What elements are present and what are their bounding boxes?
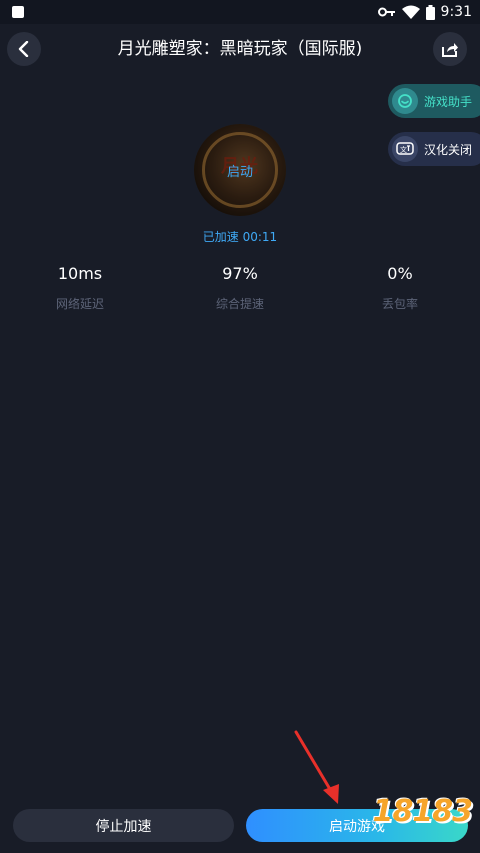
key-icon <box>377 7 395 17</box>
stop-acceleration-button[interactable]: 停止加速 <box>13 809 234 842</box>
back-button[interactable] <box>7 32 41 66</box>
stat-packet-loss: 0% 丢包率 <box>320 262 480 312</box>
watermark-logo: 18183 <box>372 793 473 829</box>
header: 月光雕塑家：黑暗玩家（国际服) <box>0 24 480 74</box>
game-assistant-label: 游戏助手 <box>424 94 473 109</box>
stat-overall-boost: 97% 综合提速 <box>160 262 320 312</box>
clock: 9:31 <box>440 4 472 20</box>
chinese-patch-label: 汉化关闭 <box>424 142 473 157</box>
red-arrow-annotation <box>294 730 339 804</box>
share-icon <box>442 43 458 57</box>
stat-label: 网络延迟 <box>55 297 104 311</box>
game-avatar[interactable]: 月光 启动 <box>194 124 286 216</box>
stat-network-latency: 10ms 网络延迟 <box>0 262 160 312</box>
launch-overlay-label: 启动 <box>226 165 253 180</box>
notification-square-icon <box>12 6 24 18</box>
svg-text:文: 文 <box>400 145 407 154</box>
stat-label: 丢包率 <box>381 297 418 311</box>
stat-value: 97% <box>222 264 258 283</box>
accelerated-timer: 已加速 00:11 <box>202 230 278 244</box>
translate-icon: 文 <box>392 136 418 162</box>
status-bar: 9:31 <box>0 0 480 24</box>
status-icons: 9:31 <box>377 3 472 21</box>
game-assistant-button[interactable]: 游戏助手 <box>388 84 480 118</box>
page-title: 月光雕塑家：黑暗玩家（国际服) <box>117 39 363 59</box>
battery-icon <box>425 4 435 20</box>
share-button[interactable] <box>433 32 467 66</box>
stat-label: 综合提速 <box>215 297 264 311</box>
wifi-icon <box>401 5 420 19</box>
chinese-patch-toggle[interactable]: 文 汉化关闭 <box>388 132 480 166</box>
stat-value: 0% <box>387 264 413 283</box>
stat-value: 10ms <box>57 264 103 283</box>
chevron-left-icon <box>18 41 29 57</box>
assistant-icon <box>392 88 418 114</box>
